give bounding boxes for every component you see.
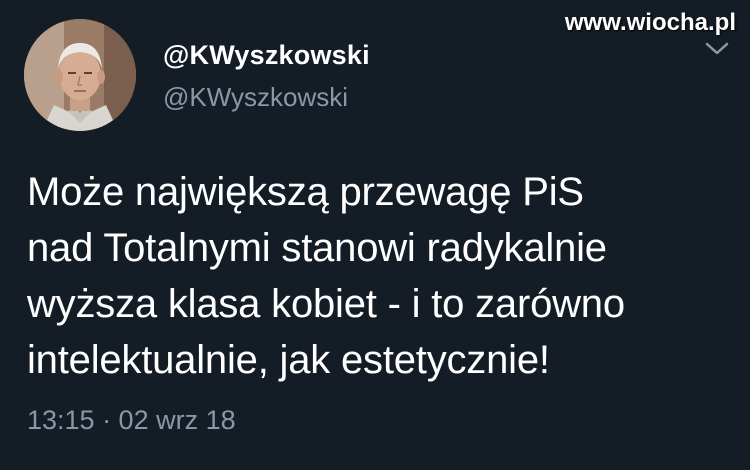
tweet-text-line: Może największą przewagę PiS <box>27 170 584 214</box>
chevron-down-icon-glyph <box>705 42 729 55</box>
avatar-photo <box>24 19 136 131</box>
author-display-name[interactable]: @KWyszkowski <box>163 40 370 71</box>
watermark: www.wiocha.pl <box>564 9 736 36</box>
tweet-text: Może największą przewagę PiS nad Totalny… <box>27 164 737 388</box>
tweet-card: @KWyszkowski @KWyszkowski www.wiocha.pl … <box>0 0 750 470</box>
avatar[interactable] <box>24 19 136 131</box>
author-handle[interactable]: @KWyszkowski <box>163 82 348 113</box>
tweet-text-line: wyższa klasa kobiet - i to zarówno <box>27 282 625 326</box>
tweet-text-line: intelektualnie, jak estetycznie! <box>27 338 550 382</box>
chevron-down-icon[interactable] <box>704 40 730 58</box>
tweet-timestamp[interactable]: 13:15 · 02 wrz 18 <box>27 405 236 436</box>
tweet-text-line: nad Totalnymi stanowi radykalnie <box>27 226 607 270</box>
